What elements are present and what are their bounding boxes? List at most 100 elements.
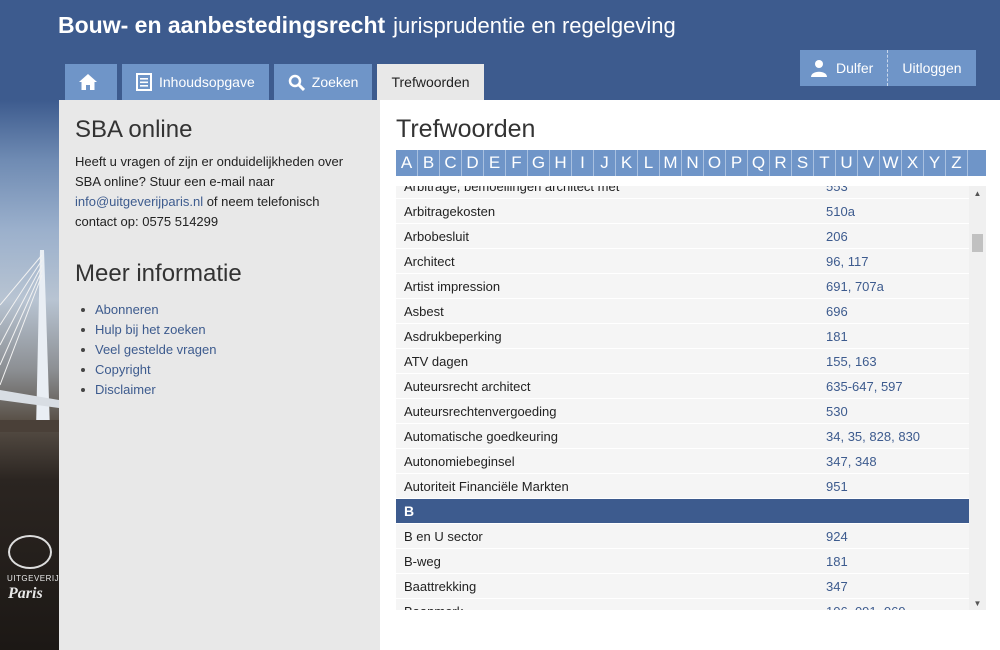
publisher-logo-line2: Paris	[8, 585, 43, 602]
keyword-pages: 951	[826, 479, 848, 494]
keyword-pages: 924	[826, 529, 848, 544]
tab-inhoudsopgave-label: Inhoudsopgave	[159, 74, 255, 90]
letter-j[interactable]: J	[594, 150, 616, 176]
table-row: Auteursrechtenvergoeding 530	[396, 399, 969, 424]
letter-m[interactable]: M	[660, 150, 682, 176]
letter-x[interactable]: X	[902, 150, 924, 176]
table-row: Autonomiebeginsel 347, 348	[396, 449, 969, 474]
scroll-down-arrow-icon[interactable]: ▼	[969, 596, 986, 610]
decorative-bridge-image: UITGEVERIJ Paris	[0, 100, 59, 650]
letter-c[interactable]: C	[440, 150, 462, 176]
page-reference-link[interactable]: 830	[898, 429, 920, 444]
link-faq[interactable]: Veel gestelde vragen	[95, 342, 216, 357]
letter-y[interactable]: Y	[924, 150, 946, 176]
tab-trefwoorden[interactable]: Trefwoorden	[377, 64, 484, 100]
page-reference-link[interactable]: 530	[826, 404, 848, 419]
letter-w[interactable]: W	[880, 150, 902, 176]
keyword-list-container: Arbitrage, bemoeilingen architect met 553…	[396, 186, 986, 610]
contact-email-link[interactable]: info@uitgeverijparis.nl	[75, 194, 203, 209]
letter-o[interactable]: O	[704, 150, 726, 176]
page-reference-link[interactable]: 069	[884, 604, 906, 611]
letter-h[interactable]: H	[550, 150, 572, 176]
keyword-term: Arbitragekosten	[404, 203, 496, 219]
table-row: Asdrukbeperking 181	[396, 324, 969, 349]
letter-l[interactable]: L	[638, 150, 660, 176]
letter-g[interactable]: G	[528, 150, 550, 176]
letter-q[interactable]: Q	[748, 150, 770, 176]
page-reference-link[interactable]: 597	[881, 379, 903, 394]
scroll-up-arrow-icon[interactable]: ▲	[969, 186, 986, 200]
page-reference-link[interactable]: 707a	[855, 279, 884, 294]
page-reference-link[interactable]: 691	[826, 279, 848, 294]
page-reference-link[interactable]: 510a	[826, 204, 855, 219]
page-reference-link[interactable]: 163	[855, 354, 877, 369]
page-reference-link[interactable]: 348	[855, 454, 877, 469]
tab-home[interactable]	[65, 64, 117, 100]
keyword-pages: 347	[826, 579, 848, 594]
page-reference-link[interactable]: 206	[826, 229, 848, 244]
letter-e[interactable]: E	[484, 150, 506, 176]
keyword-pages: 510a	[826, 204, 855, 219]
page-reference-link[interactable]: 34	[826, 429, 840, 444]
tab-zoeken[interactable]: Zoeken	[273, 64, 373, 100]
page-reference-link[interactable]: 347	[826, 579, 848, 594]
letter-s[interactable]: S	[792, 150, 814, 176]
page-reference-link[interactable]: 347	[826, 454, 848, 469]
page-reference-link[interactable]: 951	[826, 479, 848, 494]
keyword-term: Arbobesluit	[404, 228, 470, 244]
keyword-term: Autonomiebeginsel	[404, 453, 515, 469]
keyword-term: Baanmerk	[396, 604, 826, 611]
letter-a[interactable]: A	[396, 150, 418, 176]
table-row: Arbitrage, bemoeilingen architect met 553	[396, 186, 969, 199]
page-reference-link[interactable]: 106	[826, 604, 848, 611]
logout-button[interactable]: Uitloggen	[888, 50, 975, 86]
keyword-pages: 530	[826, 404, 848, 419]
table-row: Asbest 696	[396, 299, 969, 324]
link-disclaimer[interactable]: Disclaimer	[95, 382, 156, 397]
page-reference-link[interactable]: 696	[826, 304, 848, 319]
page-reference-link[interactable]: 635-647	[826, 379, 874, 394]
user-profile-button[interactable]: Dulfer	[800, 50, 889, 86]
link-copyright[interactable]: Copyright	[95, 362, 151, 377]
page-reference-link[interactable]: 155	[826, 354, 848, 369]
letter-i[interactable]: I	[572, 150, 594, 176]
table-row: Arbobesluit 206	[396, 224, 969, 249]
publisher-logo-mark	[8, 535, 52, 569]
scroll-thumb[interactable]	[972, 234, 983, 252]
keyword-pages: 106, 091, 069	[826, 604, 906, 611]
user-menu: Dulfer Uitloggen	[800, 50, 976, 86]
letter-n[interactable]: N	[682, 150, 704, 176]
page-reference-link[interactable]: 181	[826, 329, 848, 344]
page-reference-link[interactable]: 96	[826, 254, 840, 269]
letter-b[interactable]: B	[418, 150, 440, 176]
page-reference-link[interactable]: 828	[869, 429, 891, 444]
keyword-term: Auteursrecht architect	[404, 378, 531, 394]
letter-t[interactable]: T	[814, 150, 836, 176]
scrollbar[interactable]: ▲ ▼	[969, 186, 986, 610]
keyword-pages: 206	[826, 229, 848, 244]
page-reference-link[interactable]: 091	[855, 604, 877, 611]
letter-d[interactable]: D	[462, 150, 484, 176]
page-title: Trefwoorden	[396, 115, 536, 143]
letter-u[interactable]: U	[836, 150, 858, 176]
link-hulp-zoeken[interactable]: Hulp bij het zoeken	[95, 322, 206, 337]
keyword-pages: 696	[826, 304, 848, 319]
letter-z[interactable]: Z	[946, 150, 968, 176]
sidebar: SBA online Heeft u vragen of zijn er ond…	[59, 100, 380, 650]
page-reference-link[interactable]: 181	[826, 554, 848, 569]
keyword-term: B	[404, 503, 415, 519]
letter-v[interactable]: V	[858, 150, 880, 176]
letter-p[interactable]: P	[726, 150, 748, 176]
keyword-term: Architect	[404, 253, 455, 269]
page-reference-link[interactable]: 117	[848, 254, 869, 269]
keyword-term: Asdrukbeperking	[404, 328, 502, 344]
page-reference-link[interactable]: 35	[848, 429, 862, 444]
keyword-pages: 181	[826, 329, 848, 344]
page-reference-link[interactable]: 924	[826, 529, 848, 544]
letter-k[interactable]: K	[616, 150, 638, 176]
letter-f[interactable]: F	[506, 150, 528, 176]
link-abonneren[interactable]: Abonneren	[95, 302, 159, 317]
page-reference-link[interactable]: 553	[826, 186, 848, 194]
letter-r[interactable]: R	[770, 150, 792, 176]
tab-inhoudsopgave[interactable]: Inhoudsopgave	[122, 64, 269, 100]
